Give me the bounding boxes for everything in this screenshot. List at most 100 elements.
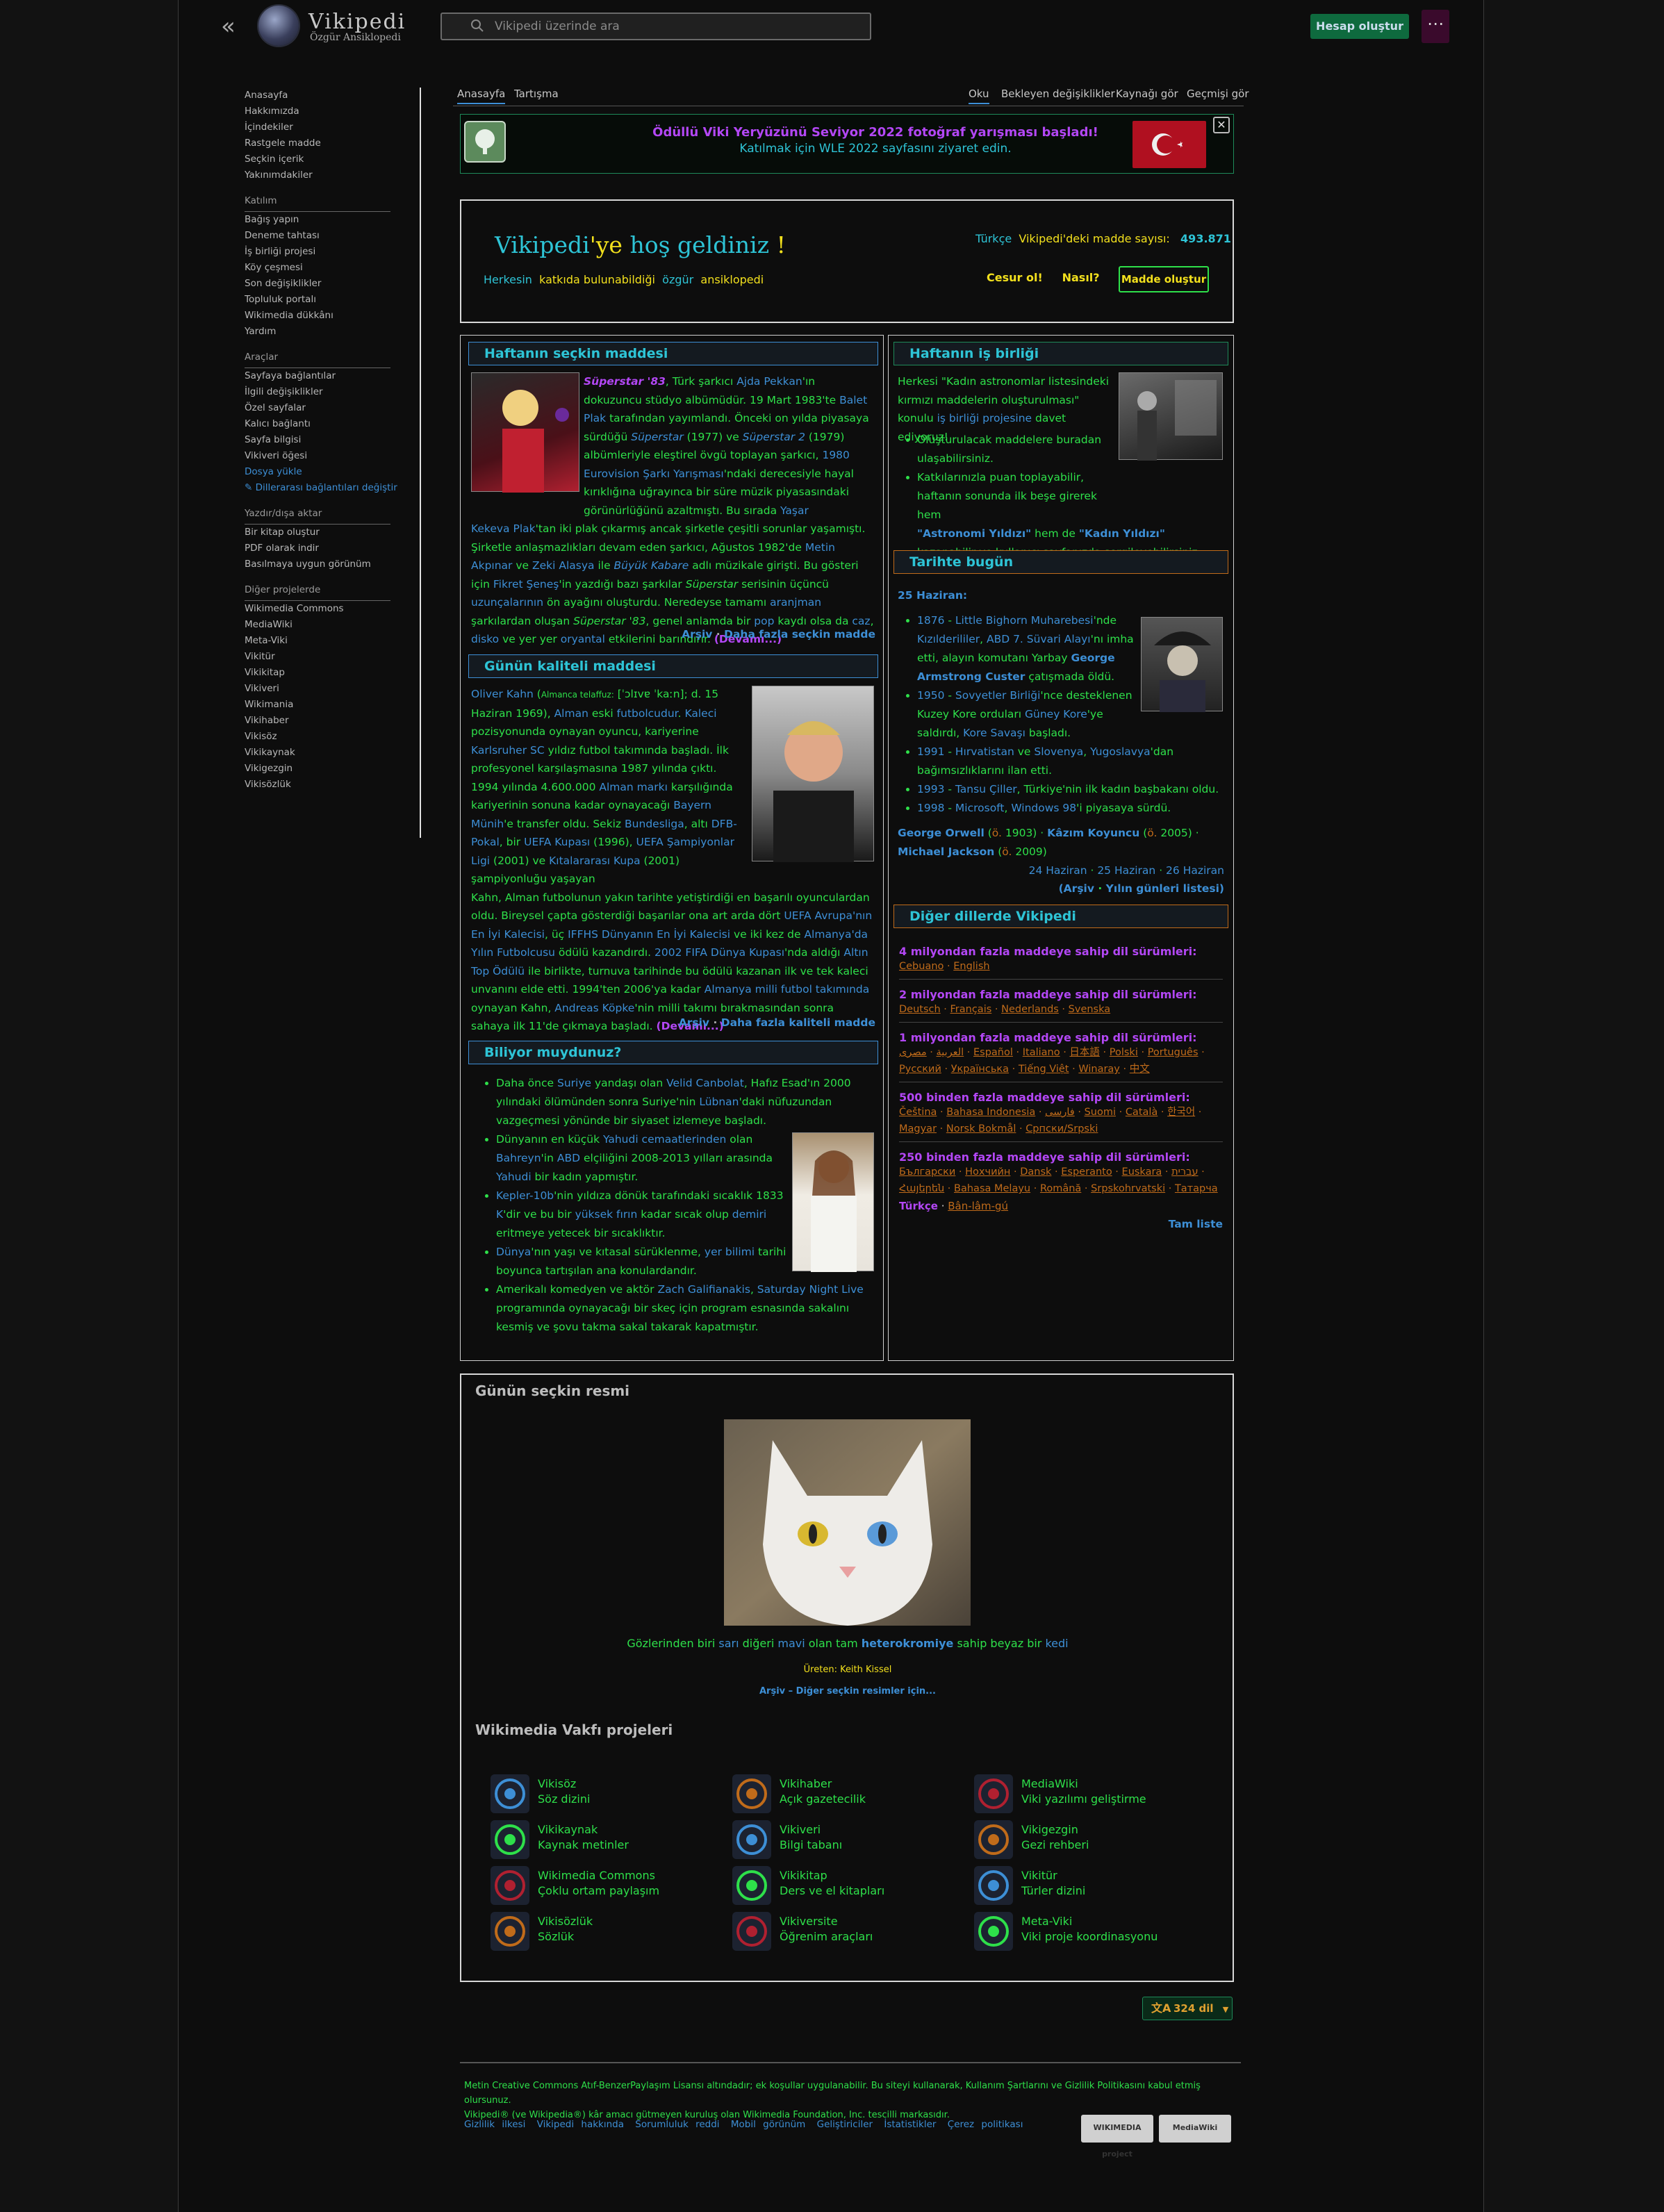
project-name[interactable]: Vikiversite — [780, 1915, 838, 1928]
sidebar-item-pdf-olarak-indir[interactable]: PDF olarak indir — [245, 540, 420, 556]
language-link[interactable]: Русский — [899, 1064, 941, 1075]
language-link[interactable]: English — [953, 961, 989, 972]
sidebar-item-wikimedia-commons[interactable]: Wikimedia Commons — [245, 601, 420, 617]
language-link[interactable]: Нохчийн — [965, 1166, 1010, 1178]
sidebar-item-son-değişiklikler[interactable]: Son değişiklikler — [245, 276, 420, 292]
project-name[interactable]: Vikisözlük — [538, 1915, 593, 1928]
sidebar-item-deneme-tahtası[interactable]: Deneme tahtası — [245, 228, 420, 244]
project-name[interactable]: Vikikaynak — [538, 1823, 598, 1836]
article-count-value[interactable]: 493.871 — [1180, 232, 1231, 245]
footer-link-çerez-politikası[interactable]: Çerez politikası — [948, 2119, 1023, 2130]
sidebar-item-vikiveri[interactable]: Vikiveri — [245, 681, 420, 697]
sidebar-item-vikikaynak[interactable]: Vikikaynak — [245, 745, 420, 761]
project-vikisözlük[interactable]: Vikisözlük Sözlük — [491, 1912, 713, 1952]
project-wikimedia-commons[interactable]: Wikimedia Commons Çoklu ortam paylaşım — [491, 1866, 713, 1906]
language-link[interactable]: فارسی — [1045, 1107, 1075, 1118]
footer-link-sorumluluk-reddi[interactable]: Sorumluluk reddi — [635, 2119, 727, 2130]
today-current-link[interactable]: 25 Haziran — [1097, 864, 1155, 877]
language-link[interactable]: Español — [973, 1047, 1013, 1058]
language-link[interactable]: עברית — [1171, 1166, 1198, 1178]
language-link[interactable]: Română — [1040, 1183, 1081, 1194]
sidebar-item-i-lgili-değişiklikler[interactable]: İlgili değişiklikler — [245, 384, 420, 400]
sidebar-item-wikimania[interactable]: Wikimania — [245, 697, 420, 713]
sidebar-item-bir-kitap-oluştur[interactable]: Bir kitap oluştur — [245, 525, 420, 540]
quality-more-articles-link[interactable]: Daha fazla kaliteli madde — [721, 1016, 875, 1029]
project-vikiveri[interactable]: Vikiveri Bilgi tabanı — [732, 1820, 955, 1860]
tab-kaynak[interactable]: Kaynağı gör — [1116, 88, 1178, 100]
sidebar-item-meta-viki[interactable]: Meta-Viki — [245, 633, 420, 649]
sidebar-item-bağış-yapın[interactable]: Bağış yapın — [245, 212, 420, 228]
language-link[interactable]: Norsk Bokmål — [946, 1123, 1016, 1134]
project-name[interactable]: Meta-Viki — [1021, 1915, 1072, 1928]
sidebar-item-vikisözlük[interactable]: Vikisözlük — [245, 777, 420, 793]
today-archive-link[interactable]: (Arşiv — [1059, 882, 1094, 895]
sidebar-item-upload[interactable]: Dosya yükle — [245, 464, 420, 480]
language-link[interactable]: Cebuano — [899, 961, 944, 972]
powered-by-mediawiki-logo[interactable]: MediaWiki — [1159, 2115, 1231, 2143]
project-vikiversite[interactable]: Vikiversite Öğrenim araçları — [732, 1912, 955, 1952]
welcome-sub-ozgur[interactable]: özgür — [662, 273, 693, 286]
project-name[interactable]: Vikisöz — [538, 1777, 576, 1790]
sidebar-item-vikitür[interactable]: Vikitür — [245, 649, 420, 665]
project-name[interactable]: Wikimedia Commons — [538, 1869, 655, 1882]
language-link[interactable]: Polski — [1110, 1047, 1138, 1058]
today-next-link[interactable]: 26 Haziran — [1166, 864, 1224, 877]
language-link[interactable]: 한국어 — [1167, 1107, 1195, 1118]
sidebar-item-sayfa-bilgisi[interactable]: Sayfa bilgisi — [245, 432, 420, 448]
tab-bekleyen[interactable]: Bekleyen değişiklikler — [1001, 88, 1115, 100]
language-link[interactable]: Հայերեն — [899, 1183, 944, 1194]
project-name[interactable]: MediaWiki — [1021, 1777, 1078, 1790]
language-link[interactable]: Български — [899, 1166, 955, 1178]
welcome-title-hosgeldiniz[interactable]: hoş geldiniz — [629, 231, 769, 258]
wikimedia-project-logo[interactable]: WIKIMEDIA project — [1081, 2115, 1153, 2159]
sidebar-item-basılmaya-uygun-görünüm[interactable]: Basılmaya uygun görünüm — [245, 556, 420, 572]
today-yearlist-link[interactable]: Yılın günleri listesi) — [1106, 882, 1224, 895]
language-link[interactable]: Euskara — [1122, 1166, 1162, 1178]
language-link[interactable]: 日本語 — [1069, 1047, 1100, 1058]
language-link[interactable]: Українська — [951, 1064, 1009, 1075]
language-link[interactable]: Tiếng Việt — [1019, 1064, 1069, 1075]
project-vikihaber[interactable]: Vikihaber Açık gazetecilik — [732, 1774, 955, 1815]
project-meta-viki[interactable]: Meta-Viki Viki proje koordinasyonu — [974, 1912, 1196, 1952]
wikipedia-globe-logo[interactable] — [258, 6, 299, 46]
full-language-list-link[interactable]: Tam liste — [1169, 1218, 1223, 1230]
project-name[interactable]: Vikiveri — [780, 1823, 821, 1836]
create-account-button[interactable]: Hesap oluştur — [1310, 14, 1409, 39]
sidebar-item-sayfaya-bağlantılar[interactable]: Sayfaya bağlantılar — [245, 368, 420, 384]
project-vikisöz[interactable]: Vikisöz Söz dizini — [491, 1774, 713, 1815]
today-prev-link[interactable]: 24 Haziran — [1029, 864, 1087, 877]
how-link[interactable]: Nasıl? — [1062, 271, 1100, 284]
welcome-title-vikipedi[interactable]: Vikipedi — [495, 231, 590, 258]
project-vikikitap[interactable]: Vikikitap Ders ve el kitapları — [732, 1866, 955, 1906]
language-link[interactable]: مصرى — [899, 1047, 927, 1058]
sidebar-item-vikiveri-öğesi[interactable]: Vikiveri öğesi — [245, 448, 420, 464]
sidebar-item-seçkin-içerik[interactable]: Seçkin içerik — [245, 151, 420, 167]
create-article-button[interactable]: Madde oluştur — [1119, 266, 1209, 292]
lang-banlam-link[interactable]: Bân-lâm-gú — [948, 1200, 1008, 1212]
language-link[interactable]: Deutsch — [899, 1004, 941, 1015]
project-name[interactable]: Vikitür — [1021, 1869, 1057, 1882]
sidebar-item-i-ş-birliği-projesi[interactable]: İş birliği projesi — [245, 244, 420, 260]
sidebar-item-i-çindekiler[interactable]: İçindekiler — [245, 119, 420, 135]
sidebar-item-vikigezgin[interactable]: Vikigezgin — [245, 761, 420, 777]
sidebar-item-rastgele-madde[interactable]: Rastgele madde — [245, 135, 420, 151]
bold-link[interactable]: Cesur ol! — [987, 271, 1043, 284]
article-count-lang[interactable]: Türkçe — [975, 232, 1012, 245]
featured-archive-link[interactable]: Arşiv — [682, 628, 712, 641]
language-link[interactable]: Bahasa Indonesia — [946, 1107, 1035, 1118]
language-link[interactable]: Čeština — [899, 1107, 937, 1118]
banner-subtitle[interactable]: Katılmak için WLE 2022 sayfasını ziyaret… — [570, 142, 1181, 156]
sidebar-item-edit-interlanguage[interactable]: ✎ Dillerarası bağlantıları değiştir — [245, 480, 420, 496]
project-name[interactable]: Vikigezgin — [1021, 1823, 1078, 1836]
sidebar-item-anasayfa[interactable]: Anasayfa — [245, 88, 420, 104]
language-link[interactable]: Bahasa Melayu — [954, 1183, 1030, 1194]
tab-tartisma[interactable]: Tartışma — [514, 88, 559, 100]
sidebar-item-vikisöz[interactable]: Vikisöz — [245, 729, 420, 745]
tab-gecmis[interactable]: Geçmişi gör — [1187, 88, 1249, 100]
footer-link-geliştiriciler[interactable]: Geliştiriciler — [817, 2119, 880, 2130]
sidebar-item-topluluk-portalı[interactable]: Topluluk portalı — [245, 292, 420, 308]
language-link[interactable]: Татарча — [1175, 1183, 1218, 1194]
sidebar-item-köy-çeşmesi[interactable]: Köy çeşmesi — [245, 260, 420, 276]
more-options-button[interactable]: ⋯ — [1422, 10, 1449, 43]
quality-archive-link[interactable]: Arşiv — [679, 1016, 709, 1029]
